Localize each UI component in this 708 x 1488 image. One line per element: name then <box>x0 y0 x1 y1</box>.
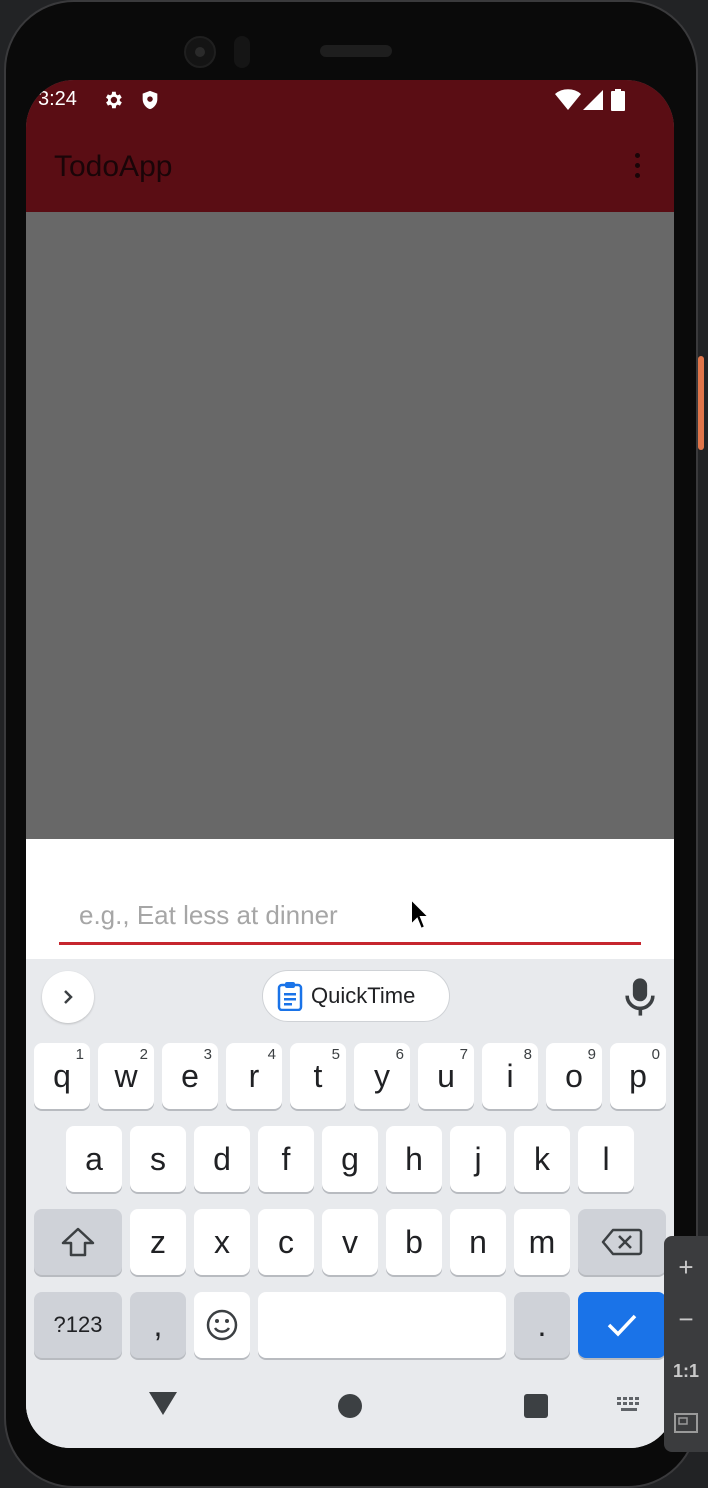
key-m[interactable]: m <box>514 1209 570 1275</box>
backspace-key[interactable] <box>578 1209 666 1275</box>
key-r[interactable]: r4 <box>226 1043 282 1109</box>
mouse-cursor-icon <box>410 897 432 931</box>
gear-icon <box>106 91 122 109</box>
key-n[interactable]: n <box>450 1209 506 1275</box>
key-a[interactable]: a <box>66 1126 122 1192</box>
home-circle-icon[interactable] <box>338 1394 362 1418</box>
enter-key[interactable] <box>578 1292 666 1358</box>
checkmark-icon <box>607 1314 637 1337</box>
clipboard-icon <box>277 982 303 1011</box>
clipboard-suggestion-chip[interactable]: QuickTime <box>262 970 450 1022</box>
key-z[interactable]: z <box>130 1209 186 1275</box>
back-triangle-icon[interactable] <box>148 1390 178 1416</box>
microphone-icon[interactable] <box>622 977 658 1017</box>
expand-toolbar-button[interactable] <box>42 971 94 1023</box>
key-b[interactable]: b <box>386 1209 442 1275</box>
key-d[interactable]: d <box>194 1126 250 1192</box>
period-key[interactable]: . <box>514 1292 570 1358</box>
key-w[interactable]: w2 <box>98 1043 154 1109</box>
battery-icon <box>611 89 625 111</box>
signal-icon <box>583 90 603 110</box>
add-todo-sheet <box>26 839 674 959</box>
key-s[interactable]: s <box>130 1126 186 1192</box>
key-y[interactable]: y6 <box>354 1043 410 1109</box>
key-h[interactable]: h <box>386 1126 442 1192</box>
key-p[interactable]: p0 <box>610 1043 666 1109</box>
camera-icon <box>184 36 216 68</box>
key-x[interactable]: x <box>194 1209 250 1275</box>
emoji-icon <box>206 1309 238 1341</box>
recents-square-icon[interactable] <box>524 1394 548 1418</box>
emulator-frame: 3:24 TodoApp e.g., Eat less at dinner Qu… <box>0 0 708 1488</box>
power-button[interactable] <box>698 356 704 450</box>
key-t[interactable]: t5 <box>290 1043 346 1109</box>
key-o[interactable]: o9 <box>546 1043 602 1109</box>
symbols-key[interactable]: ?123 <box>34 1292 122 1358</box>
navigation-bar <box>26 1376 674 1448</box>
key-c[interactable]: c <box>258 1209 314 1275</box>
emoji-key[interactable] <box>194 1292 250 1358</box>
backspace-icon <box>601 1228 643 1256</box>
status-bar: 3:24 <box>26 80 674 120</box>
fit-screen-icon[interactable] <box>664 1398 708 1448</box>
key-i[interactable]: i8 <box>482 1043 538 1109</box>
app-bar: TodoApp <box>26 120 674 212</box>
key-g[interactable]: g <box>322 1126 378 1192</box>
key-v[interactable]: v <box>322 1209 378 1275</box>
key-q[interactable]: q1 <box>34 1043 90 1109</box>
wifi-icon <box>555 89 581 110</box>
app-title: TodoApp <box>54 150 173 183</box>
earpiece-speaker <box>320 45 392 57</box>
key-l[interactable]: l <box>578 1126 634 1192</box>
overflow-menu-icon[interactable] <box>622 146 654 186</box>
todo-input[interactable] <box>59 889 641 945</box>
clipboard-chip-label: QuickTime <box>311 983 416 1008</box>
suggestion-strip: QuickTime <box>26 959 674 1033</box>
zoom-in-button[interactable]: + <box>664 1242 708 1292</box>
key-j[interactable]: j <box>450 1126 506 1192</box>
keyboard-switch-icon[interactable] <box>616 1396 644 1414</box>
space-key[interactable] <box>258 1292 506 1358</box>
shield-icon <box>142 90 158 110</box>
shift-arrow-icon <box>61 1227 95 1257</box>
todo-list-area <box>26 212 674 839</box>
key-u[interactable]: u7 <box>418 1043 474 1109</box>
zoom-out-button[interactable]: − <box>664 1294 708 1344</box>
actual-size-button[interactable]: 1:1 <box>664 1346 708 1396</box>
keyboard: QuickTime q1 w2 e3 r4 t5 y6 u7 i8 o9 p0 … <box>26 959 674 1448</box>
chevron-right-icon <box>64 990 73 1004</box>
status-time: 3:24 <box>38 88 77 110</box>
key-k[interactable]: k <box>514 1126 570 1192</box>
sensor <box>234 36 250 68</box>
device-screen: 3:24 TodoApp e.g., Eat less at dinner Qu… <box>26 80 674 1448</box>
emulator-toolbar: + − 1:1 <box>664 1236 708 1452</box>
shift-key[interactable] <box>34 1209 122 1275</box>
key-f[interactable]: f <box>258 1126 314 1192</box>
key-e[interactable]: e3 <box>162 1043 218 1109</box>
comma-key[interactable]: , <box>130 1292 186 1358</box>
